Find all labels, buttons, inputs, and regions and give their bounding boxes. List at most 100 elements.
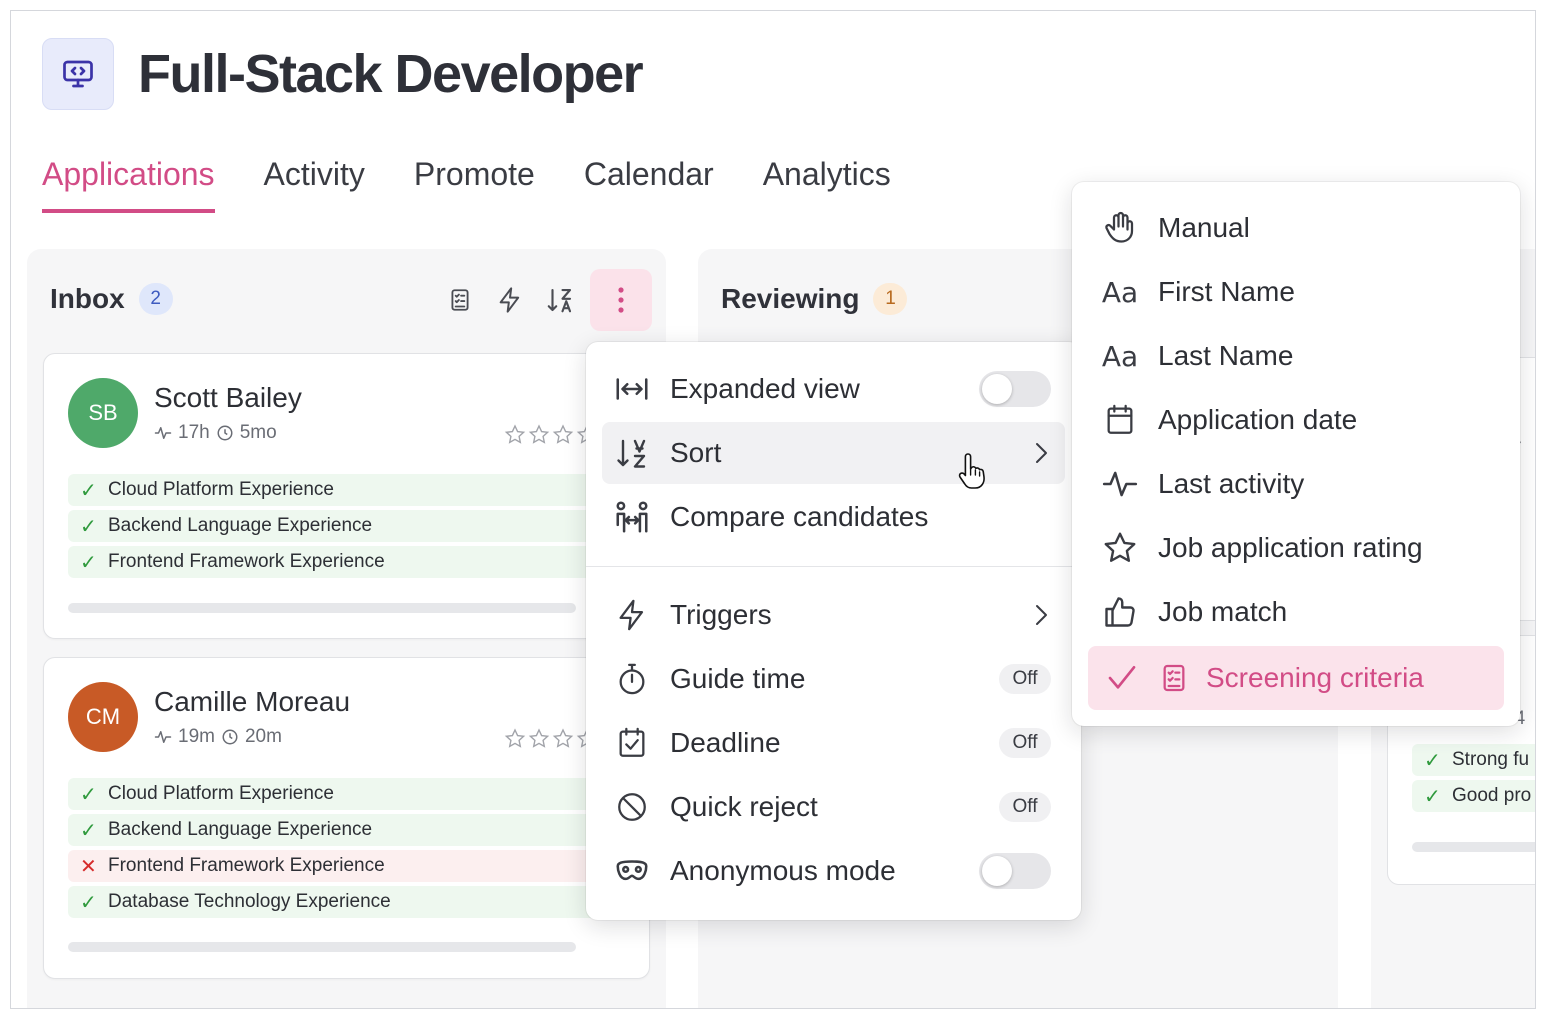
candidate-card[interactable]: SB Scott Bailey 17h 5mo ✓ Cloud Platform … <box>43 353 650 639</box>
candidate-meta: 17h 5mo <box>154 422 277 444</box>
menu-item-sort[interactable]: Sort <box>602 422 1065 484</box>
check-icon: ✓ <box>80 891 97 914</box>
last-activity: 19m <box>178 726 215 747</box>
candidate-name[interactable]: Scott Bailey <box>154 382 302 414</box>
text-aa-icon: Aa <box>1101 275 1139 309</box>
sort-option-application-date[interactable]: Application date <box>1088 388 1504 452</box>
criterion-item: ✕ Frontend Framework Experience <box>68 850 628 882</box>
application-age: 20m <box>244 726 282 747</box>
checkmark-icon <box>1102 658 1142 698</box>
sort-option-last-activity[interactable]: Last activity <box>1088 452 1504 516</box>
sort-option-first-name[interactable]: Aa First Name <box>1088 260 1504 324</box>
clipboard-list-icon <box>451 289 469 311</box>
triggers-button[interactable] <box>490 269 530 331</box>
count-badge: 1 <box>873 283 908 315</box>
tab-applications[interactable]: Applications <box>42 151 215 213</box>
menu-item-guide-time[interactable]: Guide time Off <box>602 648 1065 710</box>
menu-item-label: Guide time <box>670 663 806 694</box>
expand-horizontal-icon <box>612 369 652 409</box>
column-title: Reviewing <box>721 283 860 314</box>
criterion-item: ✓ Strong fu <box>1412 744 1535 776</box>
check-icon: ✓ <box>80 479 97 502</box>
sort-submenu: Manual Aa First Name Aa Last Name Applic… <box>1072 182 1520 726</box>
menu-item-label: Triggers <box>670 599 772 630</box>
status-pill: Off <box>999 728 1051 758</box>
menu-divider <box>586 566 1081 567</box>
sort-option-label: First Name <box>1158 276 1295 307</box>
criteria-button[interactable] <box>440 269 480 331</box>
stopwatch-icon <box>612 659 652 699</box>
lightning-icon <box>499 287 520 313</box>
mask-icon <box>612 851 652 891</box>
clock-icon <box>222 729 238 745</box>
lightning-icon <box>612 595 652 635</box>
avatar: CM <box>68 682 138 752</box>
tab-calendar[interactable]: Calendar <box>584 151 714 213</box>
sort-option-label: Screening criteria <box>1206 662 1424 693</box>
sort-option-manual[interactable]: Manual <box>1088 196 1504 260</box>
inbox-column: Inbox 2 SB Scott Bailey 17h 5mo ✓ Cloud … <box>27 249 666 1008</box>
candidate-meta: 19m 20m <box>154 726 282 748</box>
tab-analytics[interactable]: Analytics <box>763 151 891 213</box>
candidate-card[interactable]: CM Camille Moreau 19m 20m ✓ Cloud Platfor… <box>43 657 650 979</box>
status-pill: Off <box>999 792 1051 822</box>
menu-item-label: Compare candidates <box>670 501 929 532</box>
progress-bar <box>1412 842 1535 852</box>
sort-option-label: Application date <box>1158 404 1358 435</box>
monitor-code-icon <box>42 38 114 110</box>
sort-option-label: Last activity <box>1158 468 1305 499</box>
menu-item-expanded-view[interactable]: Expanded view <box>602 358 1065 420</box>
sort-option-job-match[interactable]: Job match <box>1088 580 1504 644</box>
sort-az-icon <box>547 288 572 313</box>
calendar-check-icon <box>612 723 652 763</box>
criterion-item: ✓ Database Technology Experience <box>68 886 628 918</box>
check-icon: ✓ <box>80 515 97 538</box>
column-menu-button[interactable] <box>590 269 652 331</box>
candidate-name[interactable]: Camille Moreau <box>154 686 350 718</box>
menu-item-quick-reject[interactable]: Quick reject Off <box>602 776 1065 838</box>
clock-icon <box>217 425 233 441</box>
anonymous-mode-toggle[interactable] <box>979 853 1051 889</box>
hand-pointer-icon <box>957 451 991 498</box>
menu-item-compare-candidates[interactable]: Compare candidates <box>602 486 1065 548</box>
criterion-item: ✓ Backend Language Experience <box>68 510 628 542</box>
clipboard-list-icon <box>1154 658 1194 698</box>
calendar-icon <box>1100 400 1140 440</box>
sort-az-icon <box>612 433 652 473</box>
menu-item-anonymous-mode[interactable]: Anonymous mode <box>602 840 1065 902</box>
tab-activity[interactable]: Activity <box>264 151 365 213</box>
application-age: 5mo <box>239 422 277 443</box>
column-menu: Expanded view Sort Compare candidates Tr… <box>586 342 1081 920</box>
status-pill: Off <box>999 664 1051 694</box>
avatar: SB <box>68 378 138 448</box>
criterion-item: ✓ Frontend Framework Experience <box>68 546 628 578</box>
expanded-view-toggle[interactable] <box>979 371 1051 407</box>
count-badge: 2 <box>138 283 173 315</box>
menu-item-deadline[interactable]: Deadline Off <box>602 712 1065 774</box>
check-icon: ✓ <box>1424 749 1441 772</box>
chevron-right-icon <box>1029 602 1051 628</box>
menu-item-triggers[interactable]: Triggers <box>602 584 1065 646</box>
compare-people-icon <box>612 497 652 537</box>
star-icon <box>1100 528 1140 568</box>
menu-item-label: Sort <box>670 437 722 468</box>
criterion-item: ✓ Cloud Platform Experience <box>68 474 628 506</box>
sort-option-screening-criteria[interactable]: Screening criteria <box>1088 646 1504 710</box>
criterion-item: ✓ Good pro <box>1412 780 1535 812</box>
text-aa-icon: Aa <box>1101 339 1139 373</box>
criterion-item: ✓ Cloud Platform Experience <box>68 778 628 810</box>
menu-item-label: Expanded view <box>670 373 860 404</box>
column-title: Inbox <box>50 283 125 314</box>
pulse-icon <box>1100 464 1140 504</box>
sort-option-label: Job match <box>1158 596 1288 627</box>
check-icon: ✓ <box>80 783 97 806</box>
thumbs-up-icon <box>1100 592 1140 632</box>
tab-bar: Applications Activity Promote Calendar A… <box>42 151 891 213</box>
sort-option-label: Manual <box>1158 212 1250 243</box>
sort-option-job-application-rating[interactable]: Job application rating <box>1088 516 1504 580</box>
sort-button[interactable] <box>540 269 580 331</box>
tab-promote[interactable]: Promote <box>414 151 535 213</box>
sort-option-last-name[interactable]: Aa Last Name <box>1088 324 1504 388</box>
check-icon: ✓ <box>80 819 97 842</box>
progress-bar <box>68 942 576 952</box>
